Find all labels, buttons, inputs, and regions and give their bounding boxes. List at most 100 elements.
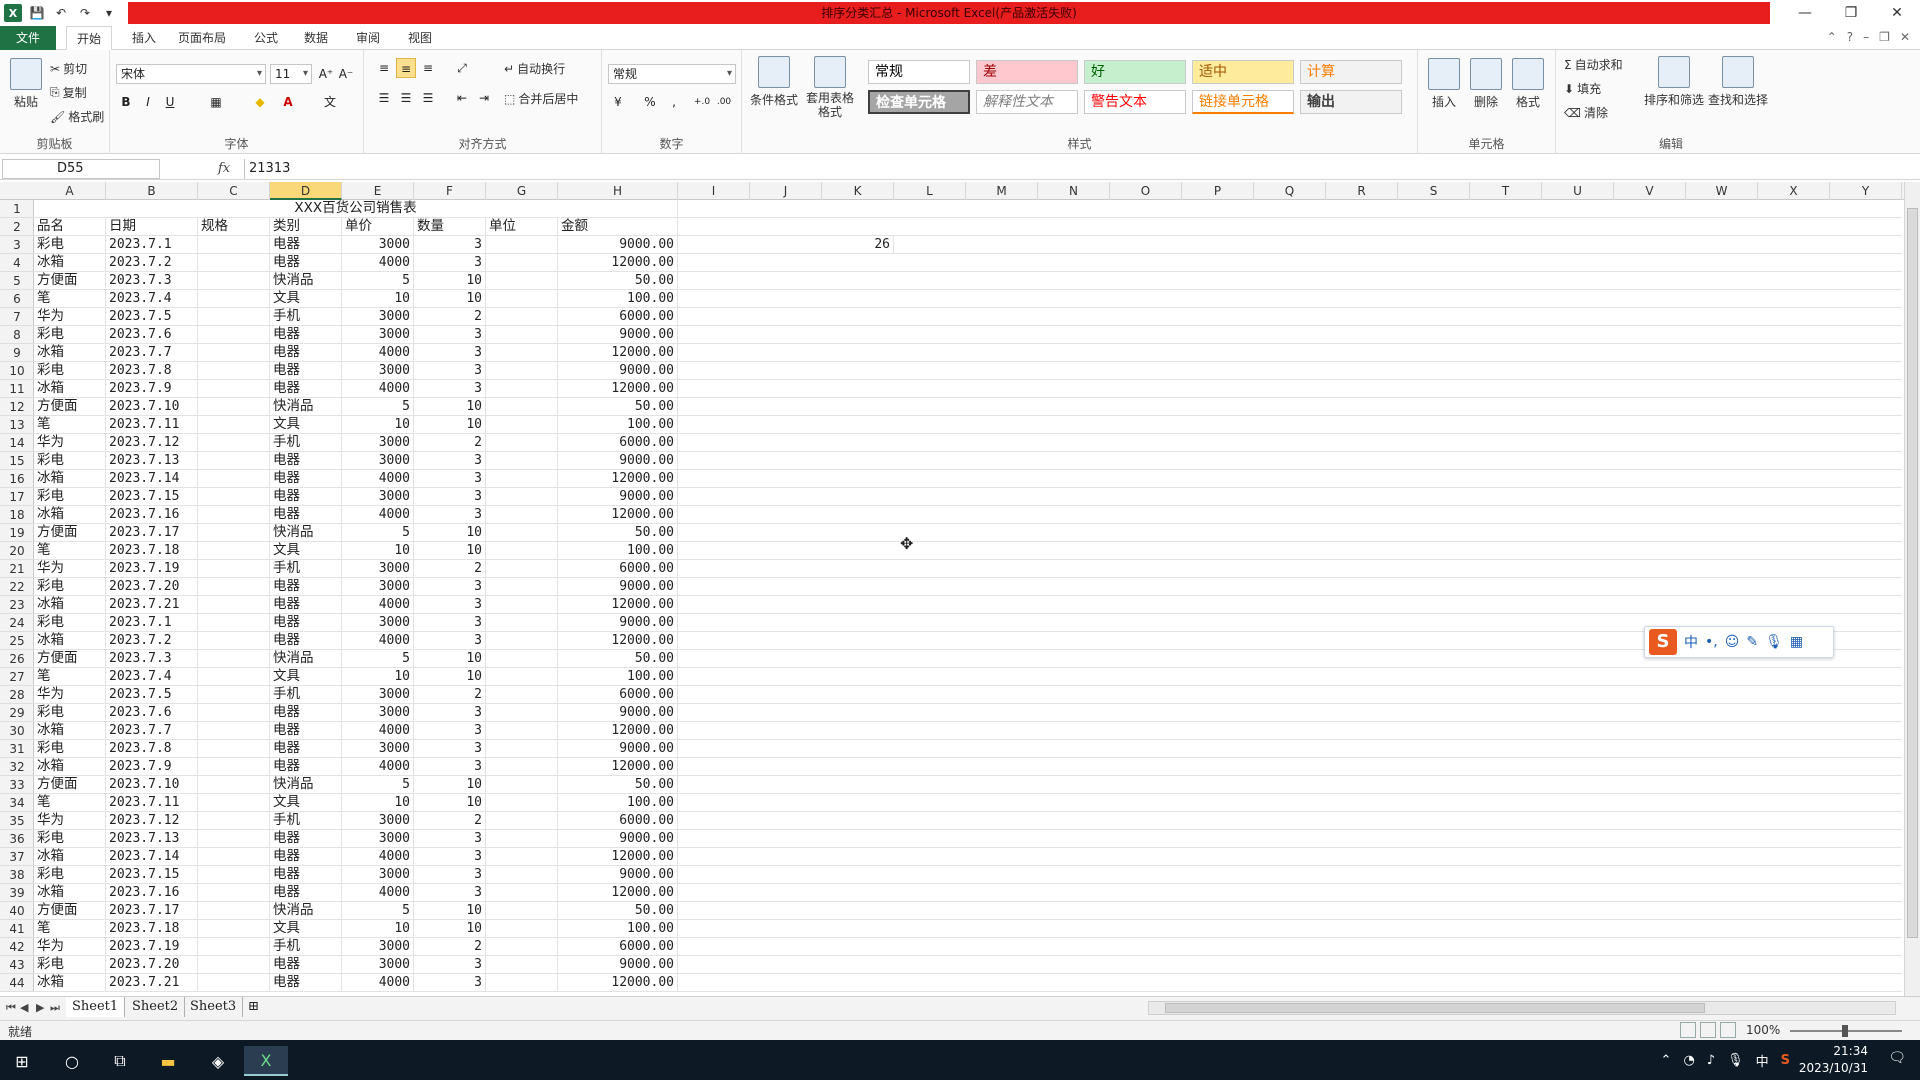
column-header-g[interactable]: G	[486, 182, 558, 200]
data-cell[interactable]: 电器	[270, 380, 342, 397]
fill-color-button[interactable]: ◆	[250, 92, 270, 112]
data-cell[interactable]	[486, 452, 558, 469]
row-header[interactable]: 4	[0, 254, 34, 272]
data-cell[interactable]: 3000	[342, 614, 414, 631]
data-cell[interactable]: 3	[414, 974, 486, 991]
data-cell[interactable]: 冰箱	[34, 722, 106, 739]
data-cell[interactable]: 3	[414, 632, 486, 649]
data-cell[interactable]	[486, 344, 558, 361]
next-sheet-icon[interactable]: ▶	[36, 1001, 44, 1014]
format-cells-button[interactable]: 格式	[1512, 58, 1544, 110]
data-cell[interactable]: 100.00	[558, 794, 678, 811]
data-cell[interactable]: 10	[342, 920, 414, 937]
data-cell[interactable]: 手机	[270, 308, 342, 325]
data-cell[interactable]: 10	[414, 290, 486, 307]
data-cell[interactable]: 10	[342, 668, 414, 685]
data-cell[interactable]: 2023.7.5	[106, 308, 198, 325]
data-cell[interactable]: 50.00	[558, 650, 678, 667]
data-cell[interactable]: 10	[342, 290, 414, 307]
data-cell[interactable]	[198, 938, 270, 955]
data-cell[interactable]	[486, 290, 558, 307]
data-cell[interactable]: 9000.00	[558, 452, 678, 469]
data-cell[interactable]: 2023.7.17	[106, 524, 198, 541]
data-cell[interactable]: 冰箱	[34, 758, 106, 775]
data-cell[interactable]: 2023.7.11	[106, 794, 198, 811]
data-cell[interactable]: 快消品	[270, 776, 342, 793]
header-cell[interactable]: 单位	[486, 218, 558, 235]
column-header-r[interactable]: R	[1326, 182, 1398, 200]
data-cell[interactable]: 3000	[342, 434, 414, 451]
data-cell[interactable]: 4000	[342, 470, 414, 487]
data-cell[interactable]	[486, 956, 558, 973]
data-cell[interactable]	[486, 362, 558, 379]
header-cell[interactable]: 数量	[414, 218, 486, 235]
column-header-u[interactable]: U	[1542, 182, 1614, 200]
data-cell[interactable]: 2023.7.13	[106, 452, 198, 469]
worksheet-grid[interactable]: ABCDEFGHIJKLMNOPQRSTUVWXY 1 2 3 4 5 6 7 8 9 10 11 1…	[0, 182, 1904, 996]
collapse-ribbon-icon[interactable]: ⌃	[1827, 30, 1837, 44]
column-header-p[interactable]: P	[1182, 182, 1254, 200]
tray-expand-icon[interactable]: ⌃	[1661, 1053, 1672, 1068]
data-cell[interactable]	[486, 794, 558, 811]
data-cell[interactable]: 2023.7.11	[106, 416, 198, 433]
border-button[interactable]: ▦	[206, 92, 226, 112]
data-cell[interactable]: 冰箱	[34, 596, 106, 613]
data-cell[interactable]: 12000.00	[558, 848, 678, 865]
data-cell[interactable]	[198, 686, 270, 703]
tab-view[interactable]: 视图	[398, 26, 442, 50]
row-header[interactable]: 28	[0, 686, 34, 704]
data-cell[interactable]: 4000	[342, 380, 414, 397]
column-header-c[interactable]: C	[198, 182, 270, 200]
data-cell[interactable]: 2023.7.19	[106, 560, 198, 577]
data-cell[interactable]: 电器	[270, 470, 342, 487]
data-cell[interactable]: 2023.7.10	[106, 776, 198, 793]
data-cell[interactable]	[198, 740, 270, 757]
data-cell[interactable]: 10	[342, 542, 414, 559]
data-cell[interactable]: 2023.7.9	[106, 758, 198, 775]
data-cell[interactable]: 3000	[342, 578, 414, 595]
data-cell[interactable]: 3000	[342, 560, 414, 577]
italic-button[interactable]: I	[138, 92, 158, 112]
data-cell[interactable]: 9000.00	[558, 956, 678, 973]
format-painter-button[interactable]: 🖌 格式刷	[50, 108, 104, 125]
data-cell[interactable]	[486, 506, 558, 523]
data-cell[interactable]	[486, 920, 558, 937]
row-header[interactable]: 13	[0, 416, 34, 434]
data-cell[interactable]: 3	[414, 380, 486, 397]
data-cell[interactable]: 3	[414, 470, 486, 487]
data-cell[interactable]: 4000	[342, 848, 414, 865]
data-cell[interactable]	[198, 236, 270, 253]
data-cell[interactable]: 彩电	[34, 362, 106, 379]
cell-style-option[interactable]: 检查单元格	[868, 90, 970, 114]
align-bottom-button[interactable]: ≡	[418, 58, 438, 78]
data-cell[interactable]: 快消品	[270, 524, 342, 541]
data-cell[interactable]: 2	[414, 560, 486, 577]
row-header[interactable]: 23	[0, 596, 34, 614]
data-cell[interactable]: 9000.00	[558, 578, 678, 595]
data-cell[interactable]	[198, 380, 270, 397]
data-cell[interactable]	[198, 722, 270, 739]
data-cell[interactable]: 3	[414, 758, 486, 775]
data-cell[interactable]: 电器	[270, 866, 342, 883]
data-cell[interactable]: 9000.00	[558, 236, 678, 253]
data-cell[interactable]	[198, 794, 270, 811]
sheet-tab-3[interactable]: Sheet3	[184, 997, 244, 1017]
column-header-b[interactable]: B	[106, 182, 198, 200]
delete-cells-button[interactable]: 删除	[1470, 58, 1502, 110]
data-cell[interactable]: 电器	[270, 362, 342, 379]
data-cell[interactable]: 9000.00	[558, 740, 678, 757]
data-cell[interactable]	[198, 578, 270, 595]
data-cell[interactable]: 4000	[342, 596, 414, 613]
toolbox-icon[interactable]: ▦	[1790, 634, 1803, 650]
sort-filter-button[interactable]: 排序和筛选	[1644, 56, 1704, 108]
data-cell[interactable]	[486, 254, 558, 271]
data-cell[interactable]	[486, 740, 558, 757]
data-cell[interactable]: 冰箱	[34, 506, 106, 523]
restore-button[interactable]: ❐	[1828, 0, 1874, 26]
data-cell[interactable]: 3	[414, 362, 486, 379]
volume-icon[interactable]: ♪	[1707, 1053, 1715, 1068]
data-cell[interactable]: 3000	[342, 956, 414, 973]
data-cell[interactable]: 文具	[270, 920, 342, 937]
data-cell[interactable]: 10	[414, 272, 486, 289]
doc-restore-icon[interactable]: ❐	[1879, 30, 1890, 44]
